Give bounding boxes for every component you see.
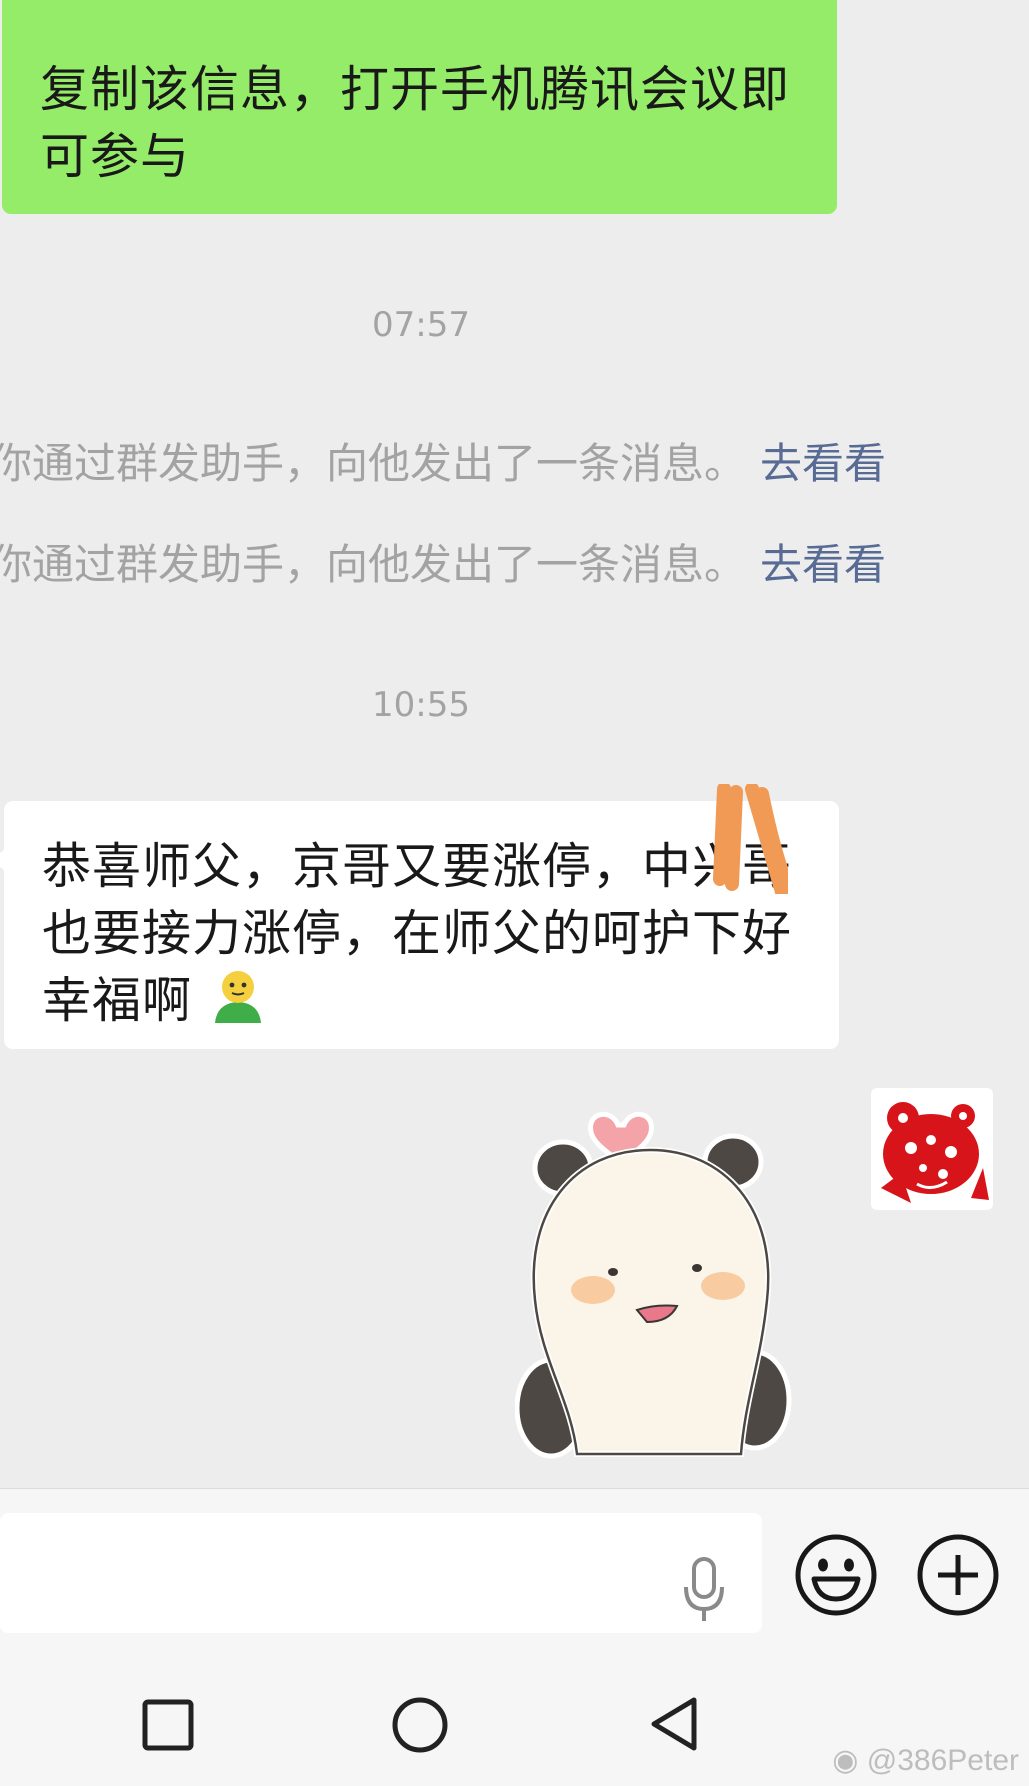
panda-heart-sticker[interactable] [515, 1100, 805, 1488]
chat-area: 复制该信息，打开手机腾讯会议即可参与 07:57 你通过群发助手，向他发出了一条… [0, 0, 1029, 1488]
system-message-text: 你通过群发助手，向他发出了一条消息。 [0, 439, 747, 488]
redaction-scribble [713, 784, 788, 894]
timestamp: 10:55 [372, 685, 470, 725]
system-message: 你通过群发助手，向他发出了一条消息。 去看看 [0, 430, 990, 491]
red-papercut-avatar-icon [881, 1102, 989, 1203]
message-input[interactable] [0, 1513, 762, 1633]
plus-circle-icon[interactable] [914, 1531, 1002, 1619]
microphone-icon[interactable] [680, 1555, 728, 1627]
avatar[interactable] [871, 1088, 993, 1210]
smiling-person-emoji-icon [209, 967, 267, 1042]
weibo-icon: ◉ [832, 1744, 859, 1777]
timestamp: 07:57 [372, 305, 470, 345]
outgoing-message-text: 复制该信息，打开手机腾讯会议即可参与 [40, 61, 791, 185]
triangle-back-icon[interactable] [646, 1694, 702, 1754]
square-icon[interactable] [141, 1698, 195, 1752]
system-message: 你通过群发助手，向他发出了一条消息。 去看看 [0, 531, 990, 592]
system-message-text: 你通过群发助手，向他发出了一条消息。 [0, 540, 747, 589]
outgoing-message-bubble[interactable]: 复制该信息，打开手机腾讯会议即可参与 [2, 0, 837, 214]
watermark: ◉ @386Peter [832, 1743, 1019, 1778]
incoming-message-text: 恭喜师父，京哥又要涨停，中兴哥也要接力涨停，在师父的呵护下好幸福啊 [42, 838, 793, 1029]
smiley-face-icon[interactable] [792, 1531, 880, 1619]
watermark-text: @386Peter [866, 1744, 1019, 1777]
circle-icon[interactable] [390, 1695, 450, 1755]
view-link[interactable]: 去看看 [760, 540, 886, 589]
view-link[interactable]: 去看看 [760, 439, 886, 488]
system-nav-bar: ◉ @386Peter [0, 1640, 1029, 1786]
